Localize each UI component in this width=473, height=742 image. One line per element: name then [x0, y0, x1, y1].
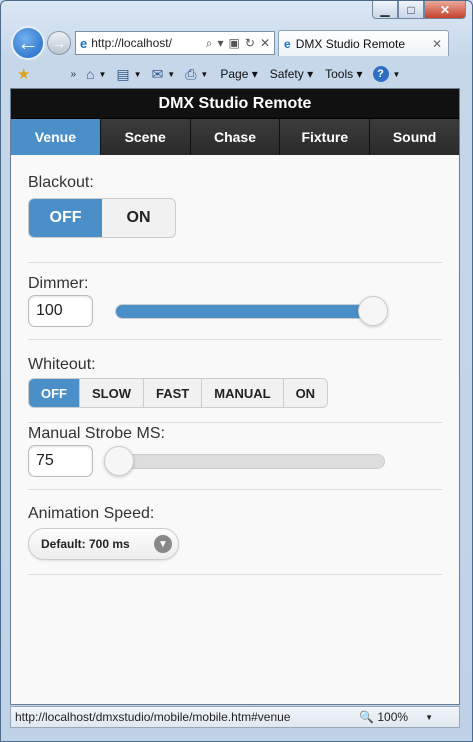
- strobe-section: Manual Strobe MS: 75: [28, 423, 442, 490]
- zoom-icon: 🔍: [359, 710, 375, 724]
- app-navbar: Venue Scene Chase Fixture Sound: [11, 118, 459, 155]
- status-bar: http://localhost/dmxstudio/mobile/mobile…: [10, 706, 460, 728]
- zoom-dropdown-icon[interactable]: ▼: [425, 713, 433, 722]
- dimmer-section: Dimmer: 100: [28, 263, 442, 340]
- animation-label: Animation Speed:: [28, 505, 155, 522]
- tab-chase[interactable]: Chase: [190, 119, 281, 155]
- tab-scene[interactable]: Scene: [100, 119, 191, 155]
- help-icon[interactable]: ?: [372, 66, 389, 82]
- mail-dropdown-icon[interactable]: ▼: [167, 70, 175, 79]
- page-title: DMX Studio Remote: [11, 89, 459, 118]
- animation-speed-select[interactable]: Default: 700 ms ▼: [28, 528, 179, 560]
- favorites-star-icon[interactable]: ★: [17, 65, 30, 83]
- feeds-dropdown-icon[interactable]: ▼: [134, 70, 142, 79]
- ie-tab-icon: e: [284, 36, 291, 51]
- blackout-off-button[interactable]: OFF: [29, 199, 102, 237]
- animation-speed-value: Default: 700 ms: [41, 537, 130, 551]
- blackout-section: Blackout: OFF ON: [28, 155, 442, 263]
- whiteout-section: Whiteout: OFF SLOW FAST MANUAL ON: [28, 340, 442, 423]
- page-menu[interactable]: Page ▾: [220, 67, 257, 81]
- back-arrow-icon: ←: [17, 30, 39, 55]
- tab-fixture[interactable]: Fixture: [280, 119, 371, 155]
- safety-menu[interactable]: Safety ▾: [270, 67, 313, 81]
- help-dropdown-icon[interactable]: ▼: [393, 70, 401, 79]
- close-tab-icon[interactable]: ✕: [432, 37, 442, 51]
- compatibility-view-icon[interactable]: ▣: [229, 36, 240, 51]
- search-icon[interactable]: ⌕: [206, 36, 213, 51]
- strobe-slider-handle[interactable]: [104, 445, 134, 476]
- blackout-label: Blackout:: [28, 174, 94, 191]
- refresh-icon[interactable]: ↻: [245, 36, 255, 51]
- whiteout-off-button[interactable]: OFF: [29, 379, 80, 407]
- print-icon[interactable]: ⎙: [185, 66, 196, 83]
- forward-arrow-icon: →: [52, 35, 66, 51]
- dropdown-icon[interactable]: ▾: [218, 36, 224, 51]
- tab-sound[interactable]: Sound: [370, 119, 459, 155]
- favorites-chevron[interactable]: »: [70, 69, 76, 80]
- dimmer-value-input[interactable]: 100: [28, 295, 93, 327]
- dimmer-slider-track[interactable]: [115, 295, 388, 326]
- feeds-icon[interactable]: ▤: [116, 66, 129, 83]
- venue-content: Blackout: OFF ON Dimmer: 100 Whiteout: O…: [11, 155, 459, 575]
- print-dropdown-icon[interactable]: ▼: [200, 70, 208, 79]
- address-text: http://localhost/: [91, 36, 172, 50]
- navigation-row: ← → e http://localhost/ ⌕ ▾ ▣ ↻ ✕ e DMX …: [11, 26, 466, 60]
- ie-page-icon: e: [80, 35, 88, 51]
- whiteout-on-button[interactable]: ON: [284, 379, 327, 407]
- animation-section: Animation Speed: Default: 700 ms ▼: [28, 490, 442, 575]
- tab-venue[interactable]: Venue: [11, 119, 101, 155]
- window-controls: ▁ □ ✕: [372, 1, 466, 19]
- command-bar: ★ » ⌂ ▼ ▤ ▼ ✉ ▼ ⎙ ▼ Page ▾ Safety ▾ Tools ▾ …: [11, 61, 462, 87]
- dimmer-slider-fill: [116, 304, 384, 318]
- zoom-level: 100%: [377, 710, 409, 724]
- tab-title: DMX Studio Remote: [295, 36, 406, 51]
- maximize-button[interactable]: □: [398, 1, 424, 19]
- forward-button[interactable]: →: [47, 31, 71, 55]
- dimmer-slider-handle[interactable]: [358, 295, 388, 326]
- blackout-toggle: OFF ON: [28, 198, 176, 238]
- close-window-button[interactable]: ✕: [424, 1, 466, 19]
- chevron-down-icon: ▼: [154, 535, 172, 553]
- strobe-label: Manual Strobe MS:: [28, 425, 165, 442]
- blackout-on-button[interactable]: ON: [102, 199, 175, 237]
- whiteout-selector: OFF SLOW FAST MANUAL ON: [28, 378, 329, 408]
- browser-tab[interactable]: e DMX Studio Remote ✕: [278, 30, 449, 56]
- page-viewport: DMX Studio Remote Venue Scene Chase Fixt…: [10, 88, 460, 705]
- tools-menu[interactable]: Tools ▾: [325, 67, 362, 81]
- whiteout-manual-button[interactable]: MANUAL: [202, 379, 284, 407]
- status-url: http://localhost/dmxstudio/mobile/mobile…: [15, 710, 291, 724]
- minimize-button[interactable]: ▁: [372, 1, 398, 19]
- dimmer-label: Dimmer:: [28, 275, 89, 292]
- back-button[interactable]: ←: [11, 26, 45, 60]
- strobe-value-input[interactable]: 75: [28, 445, 93, 477]
- whiteout-label: Whiteout:: [28, 356, 96, 373]
- home-icon[interactable]: ⌂: [86, 66, 94, 82]
- zoom-control[interactable]: 🔍 100% ▼: [359, 710, 433, 724]
- mail-icon[interactable]: ✉: [152, 66, 164, 83]
- strobe-slider-track[interactable]: [104, 445, 385, 476]
- whiteout-fast-button[interactable]: FAST: [144, 379, 203, 407]
- stop-icon[interactable]: ✕: [260, 36, 270, 51]
- address-bar[interactable]: e http://localhost/ ⌕ ▾ ▣ ↻ ✕: [75, 31, 275, 55]
- whiteout-slow-button[interactable]: SLOW: [80, 379, 144, 407]
- home-dropdown-icon[interactable]: ▼: [98, 70, 106, 79]
